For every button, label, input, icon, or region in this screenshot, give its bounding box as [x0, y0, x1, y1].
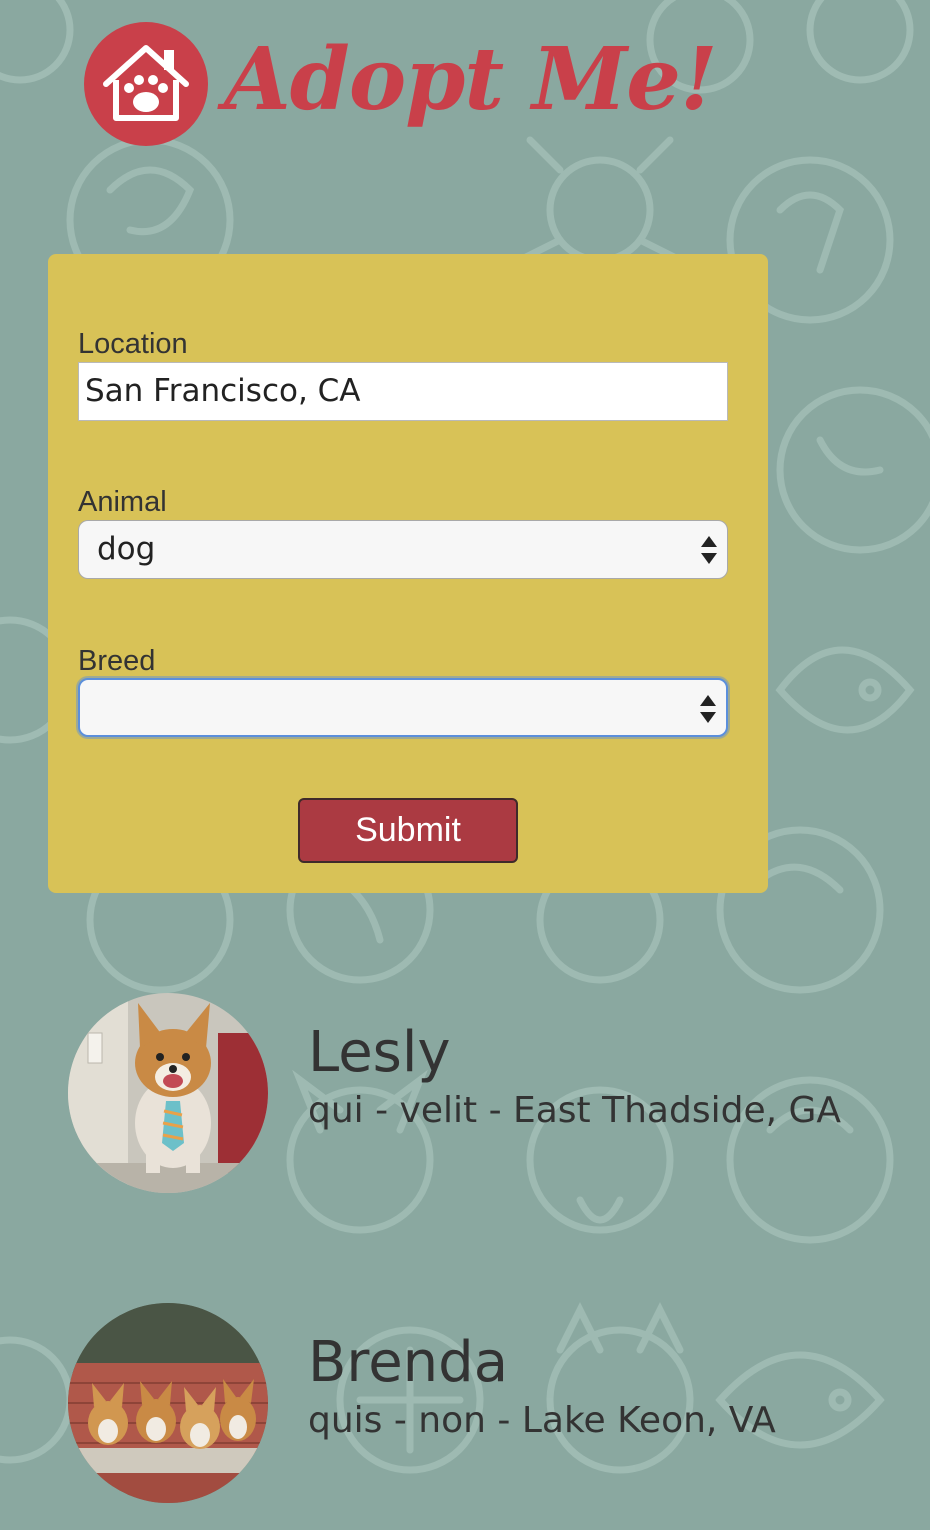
submit-button[interactable]: Submit — [298, 798, 518, 863]
animal-select-value: dog — [97, 531, 156, 567]
pet-info: quis - non - Lake Keon, VA — [308, 1400, 776, 1441]
breed-label: Breed — [78, 645, 156, 677]
location-label: Location — [78, 328, 188, 360]
pet-name: Brenda — [308, 1330, 509, 1395]
pet-photo-corgi-with-tie — [68, 993, 268, 1193]
corgi-photo-icon — [68, 993, 268, 1193]
animal-label: Animal — [78, 486, 167, 518]
search-params-panel: Location San Francisco, CA Animal dog Br… — [48, 254, 768, 893]
select-arrows-icon — [700, 695, 716, 723]
corgis-photo-icon — [68, 1303, 268, 1503]
select-arrows-icon — [701, 536, 717, 564]
pet-card[interactable]: Brenda quis - non - Lake Keon, VA — [68, 1303, 868, 1503]
logo-text: Adopt Me! — [224, 29, 718, 130]
pet-photo-four-corgis — [68, 1303, 268, 1503]
location-input[interactable]: San Francisco, CA — [78, 362, 728, 421]
pet-name: Lesly — [308, 1020, 451, 1085]
animal-select[interactable]: dog — [78, 520, 728, 579]
pet-card[interactable]: Lesly qui - velit - East Thadside, GA — [68, 993, 868, 1193]
house-paw-icon — [84, 22, 208, 146]
breed-select[interactable] — [78, 678, 728, 737]
home-logo-link[interactable]: Adopt Me! — [84, 20, 718, 180]
pet-info: qui - velit - East Thadside, GA — [308, 1090, 842, 1131]
